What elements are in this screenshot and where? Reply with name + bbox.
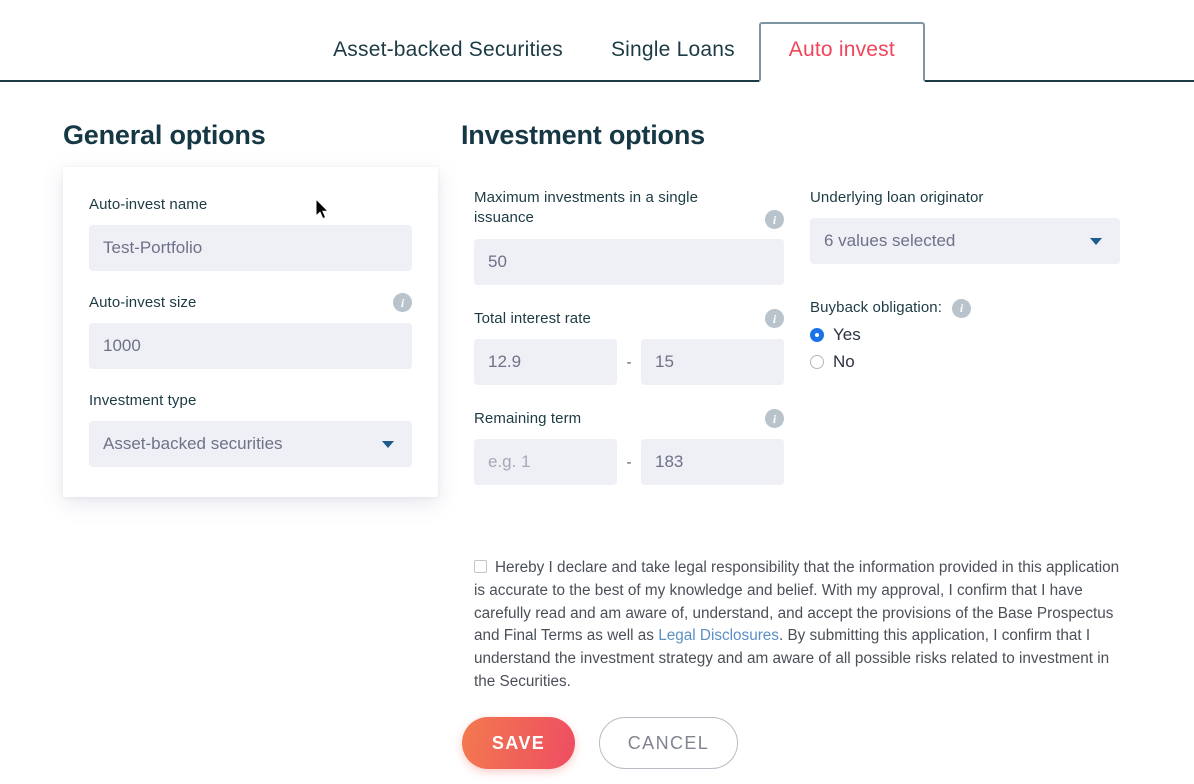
- disclaimer-block: Hereby I declare and take legal responsi…: [474, 557, 1122, 694]
- remaining-term-min-input[interactable]: e.g. 1: [474, 439, 617, 485]
- investment-type-label-row: Investment type: [89, 391, 412, 411]
- radio-icon[interactable]: [810, 355, 824, 369]
- general-options-title: General options: [63, 120, 266, 150]
- buyback-label-row: Buyback obligation: i: [810, 298, 1120, 318]
- investment-type-select[interactable]: Asset-backed securities: [89, 421, 412, 467]
- range-separator: -: [626, 453, 632, 471]
- max-investments-label-row: Maximum investments in a single issuance…: [474, 188, 784, 229]
- originator-value: 6 values selected: [824, 231, 956, 250]
- total-interest-rate-label: Total interest rate: [474, 310, 591, 327]
- total-interest-rate-max-input[interactable]: 15: [641, 339, 784, 385]
- originator-select[interactable]: 6 values selected: [810, 218, 1120, 264]
- legal-disclosures-link[interactable]: Legal Disclosures: [658, 627, 779, 644]
- tab-bar: Asset-backed Securities Single Loans Aut…: [0, 0, 1194, 82]
- buyback-option-label: Yes: [833, 325, 861, 344]
- buyback-label: Buyback obligation:: [810, 299, 942, 316]
- info-icon[interactable]: i: [765, 409, 784, 428]
- tab-auto-invest[interactable]: Auto invest: [758, 22, 925, 82]
- tab-asset-backed-securities[interactable]: Asset-backed Securities: [309, 38, 587, 80]
- investment-options-column: Maximum investments in a single issuance…: [474, 188, 784, 485]
- auto-invest-size-label-row: Auto-invest size i: [89, 293, 412, 313]
- investment-options-title: Investment options: [461, 120, 705, 150]
- disclaimer-checkbox[interactable]: [474, 560, 487, 574]
- chevron-down-icon: [382, 440, 394, 448]
- auto-invest-page: Asset-backed Securities Single Loans Aut…: [0, 0, 1194, 784]
- general-options-card: Auto-invest name Test-Portfolio Auto-inv…: [63, 167, 438, 497]
- buyback-option-label: No: [833, 352, 855, 371]
- info-icon[interactable]: i: [952, 298, 971, 318]
- max-investments-input[interactable]: 50: [474, 239, 784, 285]
- range-separator: -: [626, 353, 632, 371]
- cancel-button[interactable]: CANCEL: [599, 717, 738, 769]
- tab-list: Asset-backed Securities Single Loans Aut…: [309, 22, 925, 82]
- auto-invest-name-label: Auto-invest name: [89, 196, 208, 213]
- total-interest-rate-range: 12.9 - 15: [474, 339, 784, 385]
- remaining-term-label: Remaining term: [474, 410, 582, 427]
- remaining-term-max-input[interactable]: 183: [641, 439, 784, 485]
- originator-column: Underlying loan originator 6 values sele…: [810, 188, 1120, 372]
- remaining-term-label-row: Remaining term i: [474, 409, 784, 429]
- save-button[interactable]: SAVE: [462, 717, 575, 769]
- auto-invest-size-input[interactable]: 1000: [89, 323, 412, 369]
- info-icon[interactable]: i: [765, 309, 784, 328]
- originator-label-row: Underlying loan originator: [810, 188, 1120, 208]
- auto-invest-name-label-row: Auto-invest name: [89, 195, 412, 215]
- buyback-radio-no[interactable]: No: [810, 352, 1120, 372]
- investment-type-label: Investment type: [89, 392, 197, 409]
- auto-invest-name-input[interactable]: Test-Portfolio: [89, 225, 412, 271]
- total-interest-rate-min-input[interactable]: 12.9: [474, 339, 617, 385]
- chevron-down-icon: [1090, 237, 1102, 245]
- buyback-radio-yes[interactable]: Yes: [810, 325, 1120, 345]
- action-buttons: SAVE CANCEL: [462, 717, 738, 769]
- auto-invest-size-label: Auto-invest size: [89, 294, 197, 311]
- info-icon[interactable]: i: [765, 210, 784, 229]
- total-interest-rate-label-row: Total interest rate i: [474, 309, 784, 329]
- originator-label: Underlying loan originator: [810, 189, 984, 206]
- remaining-term-range: e.g. 1 - 183: [474, 439, 784, 485]
- investment-type-value: Asset-backed securities: [103, 434, 283, 453]
- max-investments-label: Maximum investments in a single issuance: [474, 189, 699, 226]
- tab-single-loans[interactable]: Single Loans: [587, 38, 759, 80]
- radio-icon-selected[interactable]: [810, 328, 824, 342]
- info-icon[interactable]: i: [393, 293, 412, 312]
